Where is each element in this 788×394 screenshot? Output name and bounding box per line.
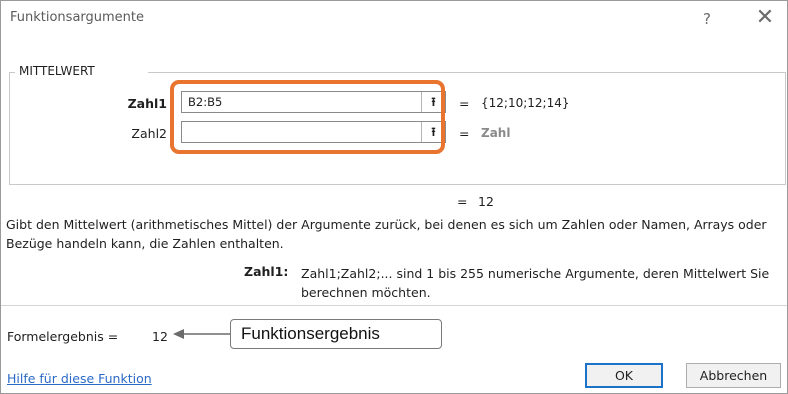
arg-description: Zahl1;Zahl2;... sind 1 bis 255 numerisch… <box>301 266 770 300</box>
group-border-right <box>148 72 786 73</box>
input-highlight-frame <box>170 80 445 154</box>
arg-equals-zahl1: = <box>459 96 470 111</box>
dialog-title: Funktionsargumente <box>10 10 145 25</box>
function-description: Gibt den Mittelwert (arithmetisches Mitt… <box>6 217 767 251</box>
arg-description-label: Zahl1: <box>244 264 289 279</box>
help-question-icon[interactable]: ? <box>696 7 718 31</box>
callout-box: Funktionsergebnis <box>230 319 442 349</box>
function-arguments-dialog: Funktionsargumente ? ✕ MITTELWERT Zahl1 … <box>0 0 788 394</box>
help-link[interactable]: Hilfe für diese Funktion <box>7 371 152 386</box>
callout-text: Funktionsergebnis <box>241 324 380 343</box>
separator <box>1 305 787 306</box>
ok-button[interactable]: OK <box>585 363 663 388</box>
title-bar: Funktionsargumente ? ✕ <box>1 1 787 37</box>
formula-result-value: 12 <box>152 329 168 344</box>
arg-result-zahl2: Zahl <box>481 126 511 140</box>
total-equals: = <box>457 194 468 209</box>
arg-equals-zahl2: = <box>459 126 470 141</box>
formula-result-label: Formelergebnis = <box>7 329 119 344</box>
arg-label-zahl1: Zahl1 <box>127 96 167 111</box>
cancel-button[interactable]: Abbrechen <box>686 363 781 388</box>
total-result: 12 <box>478 194 494 209</box>
callout-arrow-icon <box>173 329 230 339</box>
group-border-left <box>9 72 15 73</box>
arg-label-zahl2: Zahl2 <box>131 126 167 141</box>
function-name-legend: MITTELWERT <box>17 64 97 78</box>
close-icon[interactable]: ✕ <box>750 5 780 31</box>
arg-result-zahl1: {12;10;12;14} <box>481 96 570 110</box>
